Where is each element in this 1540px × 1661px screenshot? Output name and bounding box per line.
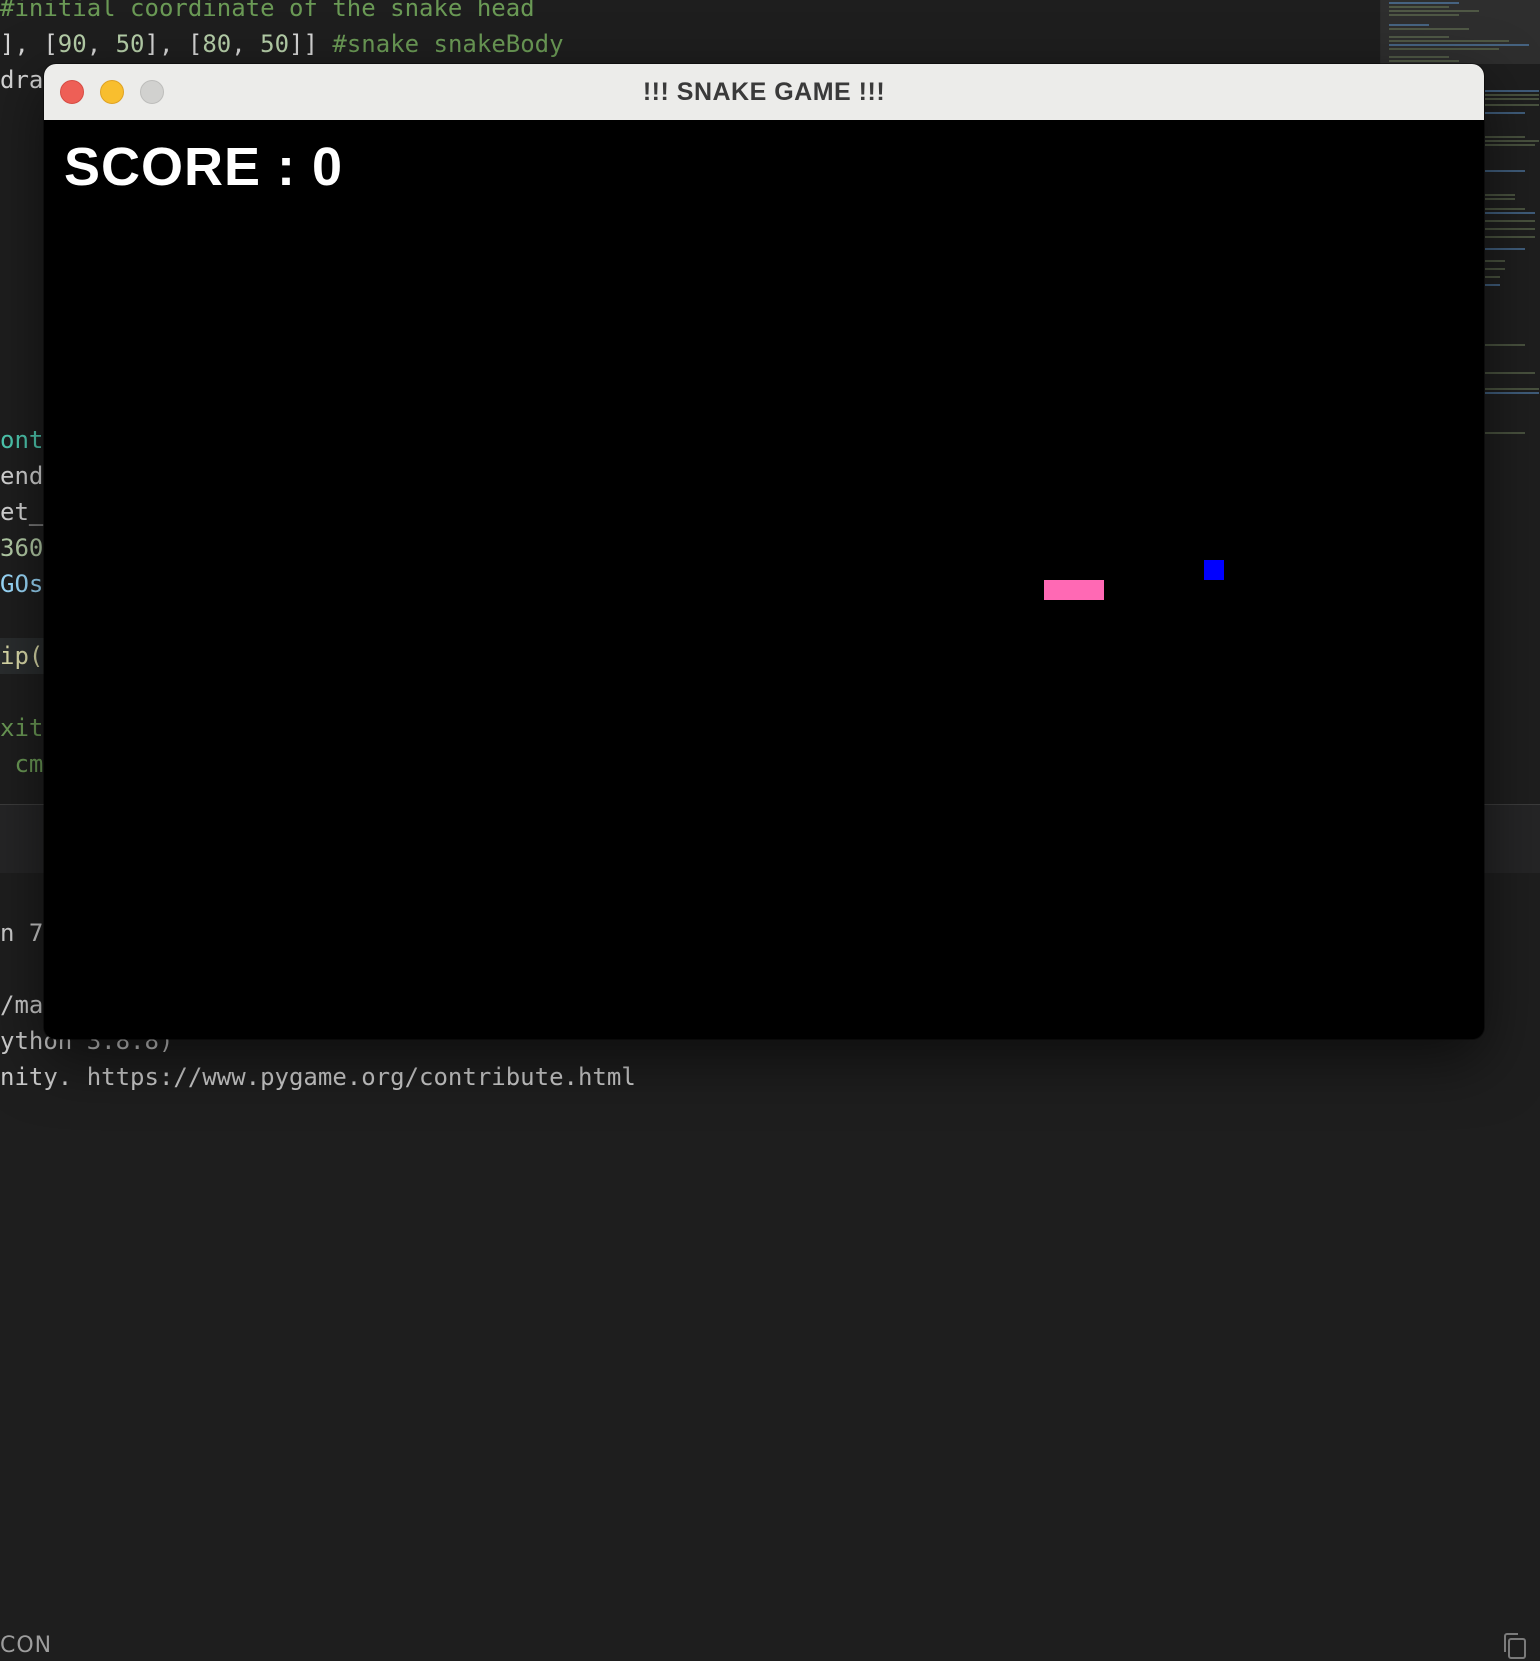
- minimap-line: [1485, 276, 1500, 278]
- minimap-line: [1485, 388, 1539, 390]
- minimap-line: [1485, 344, 1525, 346]
- code-line: #initial coordinate of the snake head: [0, 0, 535, 26]
- game-window: !!! SNAKE GAME !!! SCORE : 0: [44, 64, 1484, 1039]
- minimap-line: [1389, 2, 1459, 4]
- maximize-button[interactable]: [140, 80, 164, 104]
- snake-segment: [1064, 580, 1084, 600]
- minimap-line: [1389, 60, 1459, 62]
- score-display: SCORE : 0: [64, 137, 344, 197]
- minimap-line: [1389, 10, 1479, 12]
- game-canvas[interactable]: SCORE : 0: [44, 120, 1484, 1039]
- minimap-line: [1485, 212, 1535, 214]
- minimap-line: [1485, 94, 1539, 96]
- terminal-line: /ma: [0, 991, 44, 1019]
- minimap-line: [1485, 236, 1535, 238]
- minimap-line: [1485, 112, 1525, 114]
- code-token: 80: [202, 30, 232, 58]
- minimap-line: [1485, 208, 1525, 210]
- code-token: ,: [86, 30, 116, 58]
- minimap-line: [1485, 104, 1539, 106]
- code-token: ,: [231, 30, 261, 58]
- minimap-line: [1485, 136, 1525, 138]
- code-token: ]]: [289, 30, 333, 58]
- minimap-line: [1389, 48, 1499, 50]
- minimap-line: [1485, 248, 1525, 250]
- minimap-line: [1389, 56, 1449, 58]
- minimap-line: [1389, 14, 1459, 16]
- code-token: xit: [0, 714, 44, 742]
- close-button[interactable]: [60, 80, 84, 104]
- food-pellet: [1204, 560, 1224, 580]
- minimap-line: [1389, 6, 1449, 8]
- terminal-line: n 7: [0, 919, 44, 947]
- copy-icon[interactable]: [1500, 1631, 1530, 1661]
- minimap-line: [1485, 220, 1535, 222]
- minimap-line: [1485, 144, 1535, 146]
- panel-tab-console[interactable]: CON: [0, 1633, 52, 1658]
- minimap-line: [1485, 284, 1500, 286]
- code-token: 50: [260, 30, 290, 58]
- minimap-line: [1485, 392, 1539, 394]
- snake-segment: [1084, 580, 1104, 600]
- minimap-line: [1485, 198, 1515, 200]
- minimap-line: [1485, 194, 1515, 196]
- snake-segment: [1044, 580, 1064, 600]
- code-token: 90: [57, 30, 87, 58]
- minimap-line: [1485, 268, 1505, 270]
- window-title: !!! SNAKE GAME !!!: [642, 78, 886, 106]
- minimap-line: [1389, 24, 1429, 26]
- minimap-line: [1485, 98, 1539, 100]
- code-line: ], [90, 50], [80, 50]] #snake snakeBody: [0, 26, 564, 62]
- minimap-line: [1485, 228, 1535, 230]
- code-token: #snake snakeBody: [332, 30, 564, 58]
- code-token: ], [: [144, 30, 203, 58]
- minimap-line: [1389, 44, 1529, 46]
- minimap-line: [1485, 372, 1535, 374]
- minimap-line: [1389, 28, 1469, 30]
- minimap-line: [1389, 36, 1449, 38]
- minimap-line: [1389, 40, 1509, 42]
- terminal-line: nity. https://www.pygame.org/contribute.…: [0, 1063, 636, 1091]
- minimap-line: [1485, 90, 1539, 92]
- minimap-line: [1485, 140, 1539, 142]
- minimap-line: [1485, 170, 1525, 172]
- minimize-button[interactable]: [100, 80, 124, 104]
- code-token: ], [: [0, 30, 58, 58]
- minimap-line: [1485, 432, 1525, 434]
- code-token: #initial coordinate of the snake head: [0, 0, 535, 22]
- window-titlebar[interactable]: !!! SNAKE GAME !!!: [44, 64, 1484, 121]
- code-token: 50: [115, 30, 145, 58]
- code-line: xit: [0, 710, 43, 746]
- minimap-line: [1485, 260, 1505, 262]
